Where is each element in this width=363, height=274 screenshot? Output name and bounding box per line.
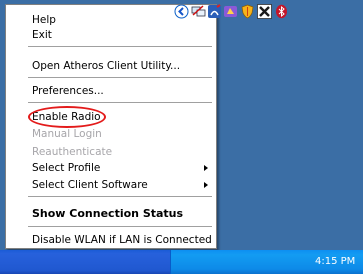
- menu-separator: [28, 46, 212, 48]
- menu-item-disable-wlan[interactable]: Disable WLAN if LAN is Connected: [6, 232, 216, 248]
- taskbar-clock[interactable]: 4:15 PM: [315, 250, 355, 274]
- tray-context-menu: Help Exit Open Atheros Client Utility...…: [5, 4, 217, 249]
- menu-item-select-profile[interactable]: Select Profile: [6, 160, 216, 176]
- menu-item-exit[interactable]: Exit: [6, 27, 216, 43]
- menu-item-select-profile-label: Select Profile: [32, 162, 101, 174]
- menu-separator: [28, 77, 212, 79]
- menu-item-preferences[interactable]: Preferences...: [6, 83, 216, 99]
- network-icon[interactable]: [191, 4, 206, 19]
- wireless-icon[interactable]: [207, 4, 222, 19]
- app-icon[interactable]: [223, 4, 238, 19]
- bluetooth-icon[interactable]: [274, 4, 289, 19]
- menu-item-reauthenticate: Reauthenticate: [32, 146, 113, 158]
- shield-icon[interactable]: [240, 4, 255, 19]
- menu-item-select-client-software-label: Select Client Software: [32, 179, 148, 191]
- chevron-left-icon[interactable]: [174, 4, 189, 19]
- submenu-arrow-icon: [204, 165, 208, 171]
- menu-item-manual-login: Manual Login: [32, 128, 102, 140]
- red-x-icon[interactable]: [257, 4, 272, 19]
- menu-item-select-client-software[interactable]: Select Client Software: [6, 177, 216, 193]
- submenu-arrow-icon: [204, 182, 208, 188]
- menu-item-open-utility[interactable]: Open Atheros Client Utility...: [6, 58, 216, 74]
- menu-separator: [28, 102, 212, 104]
- menu-separator: [28, 196, 212, 198]
- menu-item-show-connection-status[interactable]: Show Connection Status: [6, 206, 216, 222]
- menu-separator: [28, 226, 212, 228]
- highlight-circle: [28, 106, 106, 128]
